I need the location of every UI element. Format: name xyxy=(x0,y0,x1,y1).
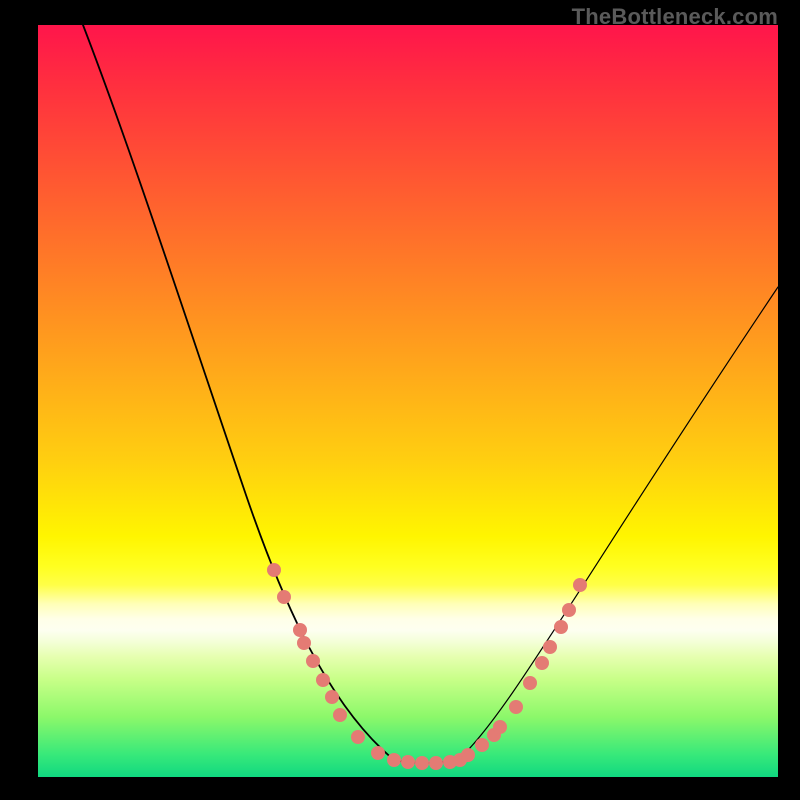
beads-left xyxy=(267,563,385,760)
plot-area xyxy=(38,25,778,777)
curve-left-arm xyxy=(83,25,394,760)
beads-right xyxy=(461,578,587,762)
chart-frame: TheBottleneck.com xyxy=(0,0,800,800)
curve-layer xyxy=(38,25,778,777)
curve-right-arm xyxy=(458,287,778,760)
beads-trough xyxy=(387,753,467,770)
